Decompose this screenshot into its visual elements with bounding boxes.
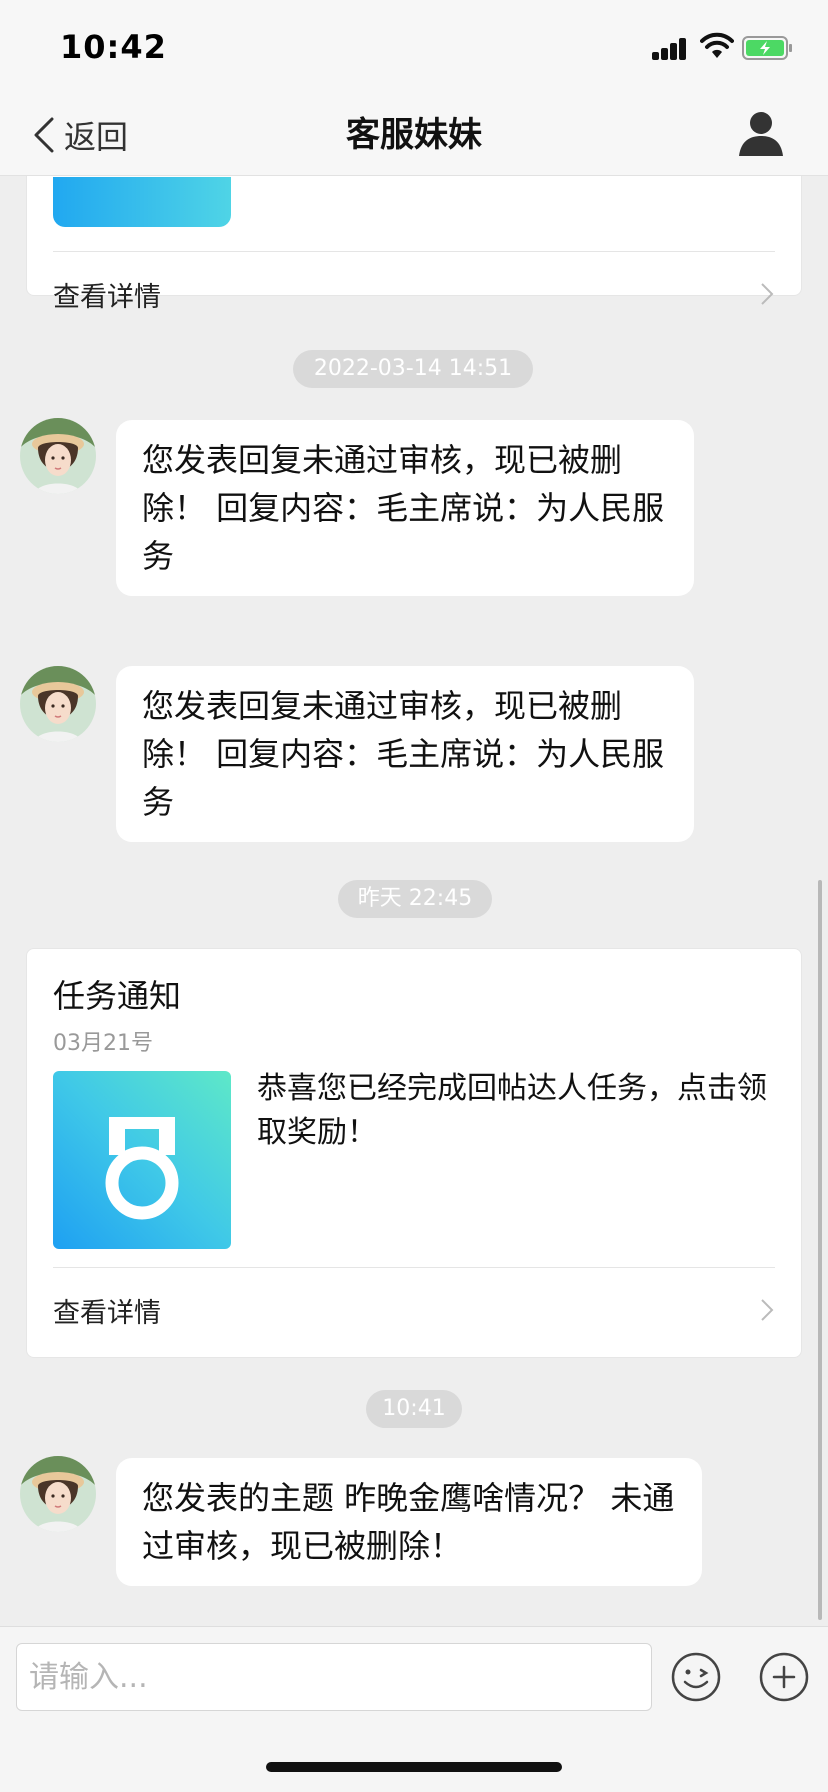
chat-area[interactable]: 查看详情 2022-03-14 14:51 您发表回复未通过审核，现已被删除！ … bbox=[0, 176, 828, 1626]
bottom-safe-area bbox=[0, 1722, 828, 1792]
page-title: 客服妹妹 bbox=[346, 115, 482, 155]
message-input[interactable] bbox=[16, 1643, 652, 1711]
plus-icon[interactable] bbox=[758, 1651, 810, 1703]
emoji-icon[interactable] bbox=[670, 1651, 722, 1703]
view-details-button[interactable]: 查看详情 bbox=[53, 252, 775, 336]
nav-bar: 返回 客服妹妹 bbox=[0, 96, 828, 176]
home-indicator[interactable] bbox=[266, 1762, 562, 1772]
status-bar: 10:42 bbox=[0, 0, 828, 96]
view-details-label: 查看详情 bbox=[53, 1297, 161, 1329]
task-body: 恭喜您已经完成回帖达人任务，点击领取奖励！ bbox=[257, 1071, 767, 1150]
task-thumbnail bbox=[53, 1071, 231, 1249]
message-bubble[interactable]: 您发表回复未通过审核，现已被删除！ 回复内容：毛主席说：为人民服务 bbox=[116, 420, 694, 596]
avatar-image bbox=[20, 666, 96, 742]
wifi-icon bbox=[700, 32, 734, 58]
chevron-right-icon bbox=[761, 1299, 774, 1321]
task-date: 03月21号 bbox=[53, 1031, 153, 1056]
medal-icon bbox=[105, 1117, 179, 1220]
timestamp-pill: 10:41 bbox=[366, 1390, 462, 1428]
avatar-image bbox=[20, 418, 96, 494]
signal-icon bbox=[652, 36, 688, 60]
message-bubble[interactable]: 您发表的主题 昨晚金鹰啥情况？ 未通过审核，现已被删除！ bbox=[116, 1458, 702, 1586]
timestamp-pill: 2022-03-14 14:51 bbox=[293, 350, 533, 388]
avatar[interactable] bbox=[20, 1456, 96, 1532]
notification-card: 查看详情 bbox=[26, 176, 802, 313]
view-details-button[interactable]: 查看详情 bbox=[53, 1268, 775, 1352]
chevron-right-icon bbox=[761, 283, 774, 305]
avatar[interactable] bbox=[20, 666, 96, 742]
message-bubble[interactable]: 您发表回复未通过审核，现已被删除！ 回复内容：毛主席说：为人民服务 bbox=[116, 666, 694, 842]
task-title: 任务通知 bbox=[53, 977, 182, 1015]
avatar-image bbox=[20, 1456, 96, 1532]
card-thumbnail bbox=[53, 177, 231, 227]
user-profile-icon[interactable] bbox=[736, 108, 786, 158]
battery-icon bbox=[742, 36, 792, 60]
task-notification-card[interactable]: 任务通知 03月21号 恭喜您已经完成回帖达人任务，点击领取奖励！ 查看详情 bbox=[26, 948, 802, 1358]
chat-scrollbar[interactable] bbox=[818, 880, 822, 1620]
timestamp-pill: 昨天 22:45 bbox=[338, 880, 492, 918]
input-bar bbox=[0, 1626, 828, 1722]
status-time: 10:42 bbox=[60, 28, 167, 66]
view-details-label: 查看详情 bbox=[53, 281, 161, 313]
avatar[interactable] bbox=[20, 418, 96, 494]
